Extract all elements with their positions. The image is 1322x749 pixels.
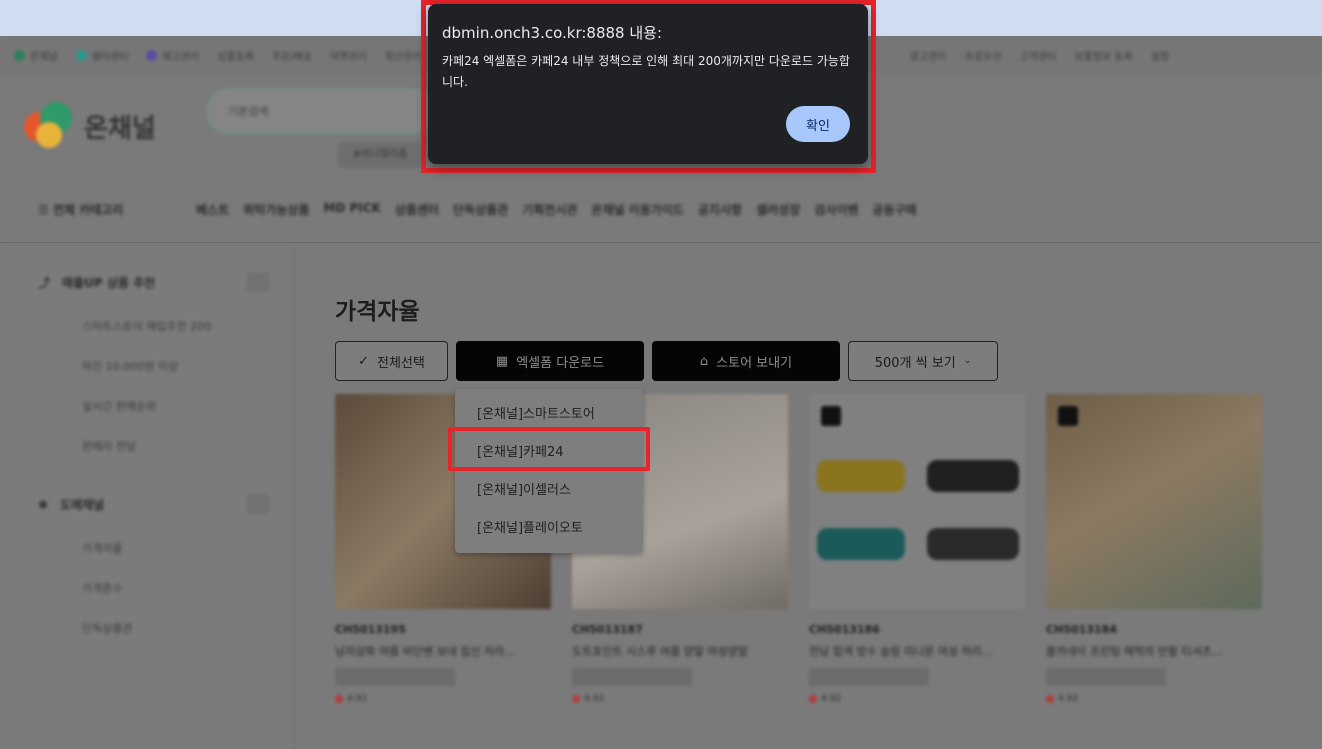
sidebar-item[interactable]: 가격자율: [82, 540, 122, 556]
product-badge: 4.92: [809, 694, 1025, 704]
bookmark-item[interactable]: 프로모션: [965, 48, 1002, 63]
chevron-up-icon[interactable]: [246, 272, 270, 292]
product-badge: 4.92: [1046, 694, 1262, 704]
product-price: [809, 668, 929, 686]
page-title: 가격자율: [335, 299, 420, 325]
nav-item[interactable]: 베스트: [196, 201, 229, 218]
per-page-label: 500개 씩 보기: [874, 355, 956, 371]
check-icon: ✓: [358, 353, 370, 369]
bookmark-item[interactable]: 마켓관리: [330, 48, 367, 63]
product-card[interactable]: CH5013184 블카네이 프린팅 해먹의 반팔 티셔츠… 4.92: [1046, 394, 1262, 704]
product-price: [335, 668, 455, 686]
product-price: [572, 668, 692, 686]
logo-icon: [24, 102, 76, 150]
sidebar-item[interactable]: 스마트스토어 매입추천 200: [82, 318, 211, 334]
header-divider: [0, 242, 1322, 243]
sidebar-item[interactable]: 판매자 전당: [82, 438, 136, 454]
bookmark-item[interactable]: 온채널: [14, 48, 58, 63]
nav-item[interactable]: 공동구매: [872, 201, 916, 218]
checkbox[interactable]: [821, 406, 841, 426]
bookmark-item[interactable]: 설정: [1151, 48, 1169, 63]
product-code: CH5013187: [572, 623, 643, 636]
nav-item[interactable]: 단독상품관: [453, 201, 508, 218]
dropdown-item-smartstore[interactable]: [온채널]스마트스토어: [477, 403, 595, 422]
site-logo[interactable]: 온채널: [24, 102, 156, 150]
dialog-ok-button[interactable]: 확인: [786, 106, 850, 142]
sidebar-section-title: 도매채널: [60, 498, 105, 512]
search-box[interactable]: 기본검색: [206, 88, 436, 134]
alert-dialog: dbmin.onch3.co.kr:8888 내용: 카페24 엑셀폼은 카페2…: [428, 4, 868, 164]
product-name: 전남 힙색 방수 슬링 미니몬 여성 허리…: [809, 645, 993, 658]
product-badge: 4.92: [335, 694, 551, 704]
chevron-up-icon[interactable]: [246, 494, 270, 514]
dropdown-item-playauto[interactable]: [온채널]플레이오토: [477, 517, 583, 536]
product-name: 도트포인트 시스루 여름 양말 여성양말: [572, 645, 748, 658]
bookmark-item[interactable]: 정산관리: [385, 48, 422, 63]
nav-item[interactable]: 온채널 이용가이드: [591, 201, 684, 218]
product-code: CH5013195: [335, 623, 406, 636]
nav-item[interactable]: 공지사항: [698, 201, 742, 218]
main-nav: 베스트 위탁가능상품 MD PICK 상품센터 단독상품관 기획전시관 온채널 …: [196, 201, 917, 218]
sidebar-section-wholesale[interactable]: ✱ 도매채널: [38, 496, 104, 513]
product-image: [809, 394, 1025, 609]
product-price: [1046, 668, 1166, 686]
sidebar-section-title: 매출UP 상품 추천: [62, 276, 156, 290]
product-code: CH5013186: [809, 623, 880, 636]
bookmark-item[interactable]: 상품정보 등록: [1074, 48, 1132, 63]
bookmark-item[interactable]: 고객센터: [1019, 48, 1056, 63]
logo-text: 온채널: [84, 113, 156, 144]
nav-item[interactable]: MD PICK: [323, 201, 380, 218]
store-send-label: 스토어 보내기: [716, 355, 793, 371]
product-name: 블카네이 프린팅 해먹의 반팔 티셔츠…: [1046, 645, 1223, 658]
chevron-down-icon: ⌄: [963, 356, 972, 366]
bookmark-item[interactable]: 광고관리: [910, 48, 947, 63]
per-page-select[interactable]: 500개 씩 보기 ⌄: [848, 341, 998, 381]
sidebar: ⤴ 매출UP 상품 추천 스마트스토어 매입추천 200 마진 10,000원 이…: [0, 246, 294, 749]
dialog-title: dbmin.onch3.co.kr:8888 내용:: [442, 24, 663, 42]
sidebar-section-recommend[interactable]: ⤴ 매출UP 상품 추천: [38, 274, 155, 291]
dialog-message: 카페24 엑셀폼은 카페24 내부 정책으로 인해 최대 200개까지만 다운로…: [442, 54, 850, 89]
search-option-select[interactable]: 기본검색: [228, 103, 268, 119]
excel-form-dropdown: [온채널]스마트스토어 [온채널]카페24 [온채널]이셀러스 [온채널]플레이…: [455, 389, 643, 553]
sidebar-item[interactable]: 실시간 판매순위: [82, 398, 156, 414]
sidebar-item[interactable]: 마진 10,000원 이상: [82, 358, 178, 374]
excel-download-button[interactable]: ▦ 엑셀폼 다운로드: [456, 341, 644, 381]
dropdown-item-esellers[interactable]: [온채널]이셀러스: [477, 479, 571, 498]
all-categories-label: 전체 카테고리: [52, 203, 124, 217]
excel-download-label: 엑셀폼 다운로드: [516, 355, 605, 371]
bookmark-item[interactable]: 상품등록: [217, 48, 254, 63]
sidebar-item[interactable]: 가격준수: [82, 580, 122, 596]
table-icon: ▦: [495, 353, 509, 369]
nav-item[interactable]: 기획전시관: [522, 201, 577, 218]
search-keyword-chip[interactable]: #미니멀리즘: [338, 142, 422, 168]
all-categories-button[interactable]: ☰ 전체 카테고리: [38, 201, 123, 218]
sidebar-item[interactable]: 단독상품관: [82, 620, 133, 636]
select-all-button[interactable]: ✓ 전체선택: [335, 341, 448, 381]
store-icon: ⌂: [699, 353, 709, 369]
trend-icon: ⤴: [38, 276, 51, 290]
bookmark-item[interactable]: 재고관리: [146, 48, 199, 63]
bookmark-item[interactable]: 셀러센터: [75, 48, 128, 63]
cafe24-highlight-box: [448, 427, 650, 471]
checkbox[interactable]: [1058, 406, 1078, 426]
bookmark-item[interactable]: 주문/배송: [272, 48, 312, 63]
product-name: 남자삼화 여름 비단밴 보네 집신 자라…: [335, 645, 516, 658]
select-all-label: 전체선택: [377, 355, 425, 371]
store-send-button[interactable]: ⌂ 스토어 보내기: [652, 341, 840, 381]
nav-item[interactable]: 위탁가능상품: [243, 201, 309, 218]
nav-item[interactable]: 셀러성장: [756, 201, 800, 218]
product-code: CH5013184: [1046, 623, 1117, 636]
nav-item[interactable]: 검사이벤: [814, 201, 858, 218]
product-card[interactable]: CH5013186 전남 힙색 방수 슬링 미니몬 여성 허리… 4.92: [809, 394, 1025, 704]
nav-item[interactable]: 상품센터: [395, 201, 439, 218]
product-badge: 4.92: [572, 694, 788, 704]
product-image: [1046, 394, 1262, 609]
asterisk-icon: ✱: [38, 497, 49, 512]
